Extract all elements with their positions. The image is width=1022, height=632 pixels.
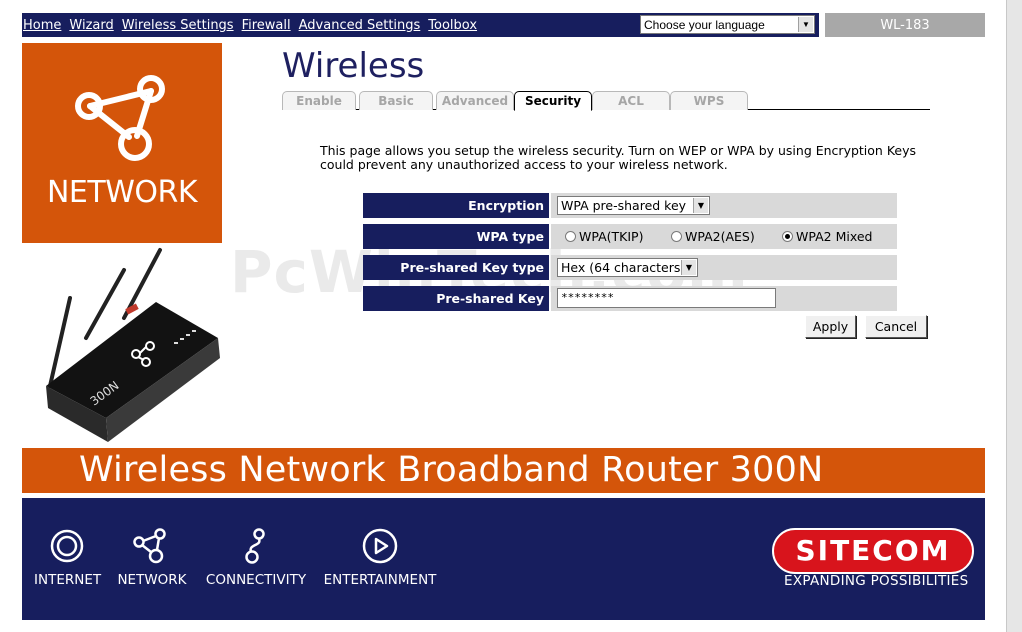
network-icon: [133, 528, 166, 564]
psk-type-row: Pre-shared Key type Hex (64 characters) …: [363, 255, 897, 280]
network-logo-word: NETWORK: [46, 175, 198, 210]
encryption-value-cell: WPA pre-shared key ▼: [551, 193, 897, 218]
cancel-button[interactable]: Cancel: [865, 315, 927, 338]
radio-wpa-tkip-label: WPA(TKIP): [579, 229, 644, 244]
nav-advanced-settings-link[interactable]: Advanced Settings: [299, 18, 421, 33]
tab-enable[interactable]: Enable: [282, 91, 356, 110]
router-image: 300N: [46, 248, 220, 442]
psk-type-select[interactable]: Hex (64 characters) ▼: [557, 258, 698, 277]
chevron-down-icon: ▼: [681, 260, 696, 275]
sitecom-brand: SITECOM: [795, 534, 951, 567]
footer-connectivity: CONNECTIVITY: [204, 528, 308, 588]
product-banner: Wireless Network Broadband Router 300N: [22, 448, 985, 493]
footer-internet-label: INTERNET: [34, 572, 102, 588]
tab-basic[interactable]: Basic: [359, 91, 433, 110]
radio-selected-icon: [782, 231, 793, 242]
footer-connectivity-label: CONNECTIVITY: [205, 572, 307, 588]
apply-button[interactable]: Apply: [805, 315, 856, 338]
tab-acl[interactable]: ACL: [592, 91, 670, 110]
radio-icon: [671, 231, 682, 242]
network-icon: [75, 75, 165, 161]
page-title: Wireless: [282, 46, 425, 86]
play-icon: [362, 528, 398, 564]
network-logo: NETWORK: [22, 43, 222, 243]
radio-wpa2-aes-label: WPA2(AES): [685, 229, 755, 244]
encryption-row: Encryption WPA pre-shared key ▼: [363, 193, 897, 218]
radio-wpa2-aes[interactable]: WPA2(AES): [671, 224, 755, 249]
wpa-type-value-cell: WPA(TKIP) WPA2(AES) WPA2 Mixed: [551, 224, 897, 249]
footer: INTERNET NETWORK CONNECTIVITY ENTERTAINM…: [22, 498, 985, 620]
encryption-select-value: WPA pre-shared key: [561, 198, 687, 213]
language-select-value: Choose your language: [644, 17, 765, 32]
nav-wizard-link[interactable]: Wizard: [69, 18, 113, 33]
tab-wps[interactable]: WPS: [670, 91, 748, 110]
language-select[interactable]: Choose your language ▼: [640, 15, 815, 34]
tab-bar: Enable Basic Advanced Security ACL WPS: [282, 91, 930, 111]
footer-network: NETWORK: [117, 528, 187, 588]
tab-security[interactable]: Security: [514, 91, 592, 111]
nav-home-link[interactable]: Home: [23, 18, 61, 33]
nav-toolbox-link[interactable]: Toolbox: [428, 18, 477, 33]
encryption-label: Encryption: [363, 193, 549, 218]
psk-type-select-value: Hex (64 characters): [561, 260, 686, 275]
psk-input[interactable]: ********: [557, 288, 776, 308]
footer-internet: INTERNET: [34, 528, 102, 588]
wpa-type-row: WPA type WPA(TKIP) WPA2(AES) WPA2 Mixed: [363, 224, 897, 249]
wpa-type-label: WPA type: [363, 224, 549, 249]
tab-advanced[interactable]: Advanced: [436, 91, 514, 110]
radio-icon: [565, 231, 576, 242]
psk-type-value-cell: Hex (64 characters) ▼: [551, 255, 897, 280]
nav-firewall-link[interactable]: Firewall: [242, 18, 291, 33]
psk-label: Pre-shared Key: [363, 286, 549, 311]
encryption-select[interactable]: WPA pre-shared key ▼: [557, 196, 710, 215]
sitecom-tagline: EXPANDING POSSIBILITIES: [784, 573, 969, 589]
radio-wpa-tkip[interactable]: WPA(TKIP): [565, 224, 643, 249]
chevron-down-icon: ▼: [798, 17, 813, 32]
psk-row: Pre-shared Key ********: [363, 286, 897, 311]
radio-wpa2-mixed[interactable]: WPA2 Mixed: [782, 224, 872, 249]
footer-network-label: NETWORK: [117, 572, 187, 588]
vertical-scrollbar[interactable]: [1006, 0, 1022, 632]
nav-wireless-settings-link[interactable]: Wireless Settings: [122, 18, 234, 33]
footer-entertainment: ENTERTAINMENT: [320, 528, 440, 588]
chevron-down-icon: ▼: [693, 198, 708, 213]
footer-entertainment-label: ENTERTAINMENT: [323, 572, 437, 588]
radio-wpa2-mixed-label: WPA2 Mixed: [796, 229, 873, 244]
model-badge: WL-183: [825, 13, 985, 37]
psk-value-cell: ********: [551, 286, 897, 311]
page-description: This page allows you setup the wireless …: [320, 143, 916, 172]
internet-icon: [50, 529, 84, 563]
connectivity-icon: [245, 528, 265, 564]
psk-type-label: Pre-shared Key type: [363, 255, 549, 280]
